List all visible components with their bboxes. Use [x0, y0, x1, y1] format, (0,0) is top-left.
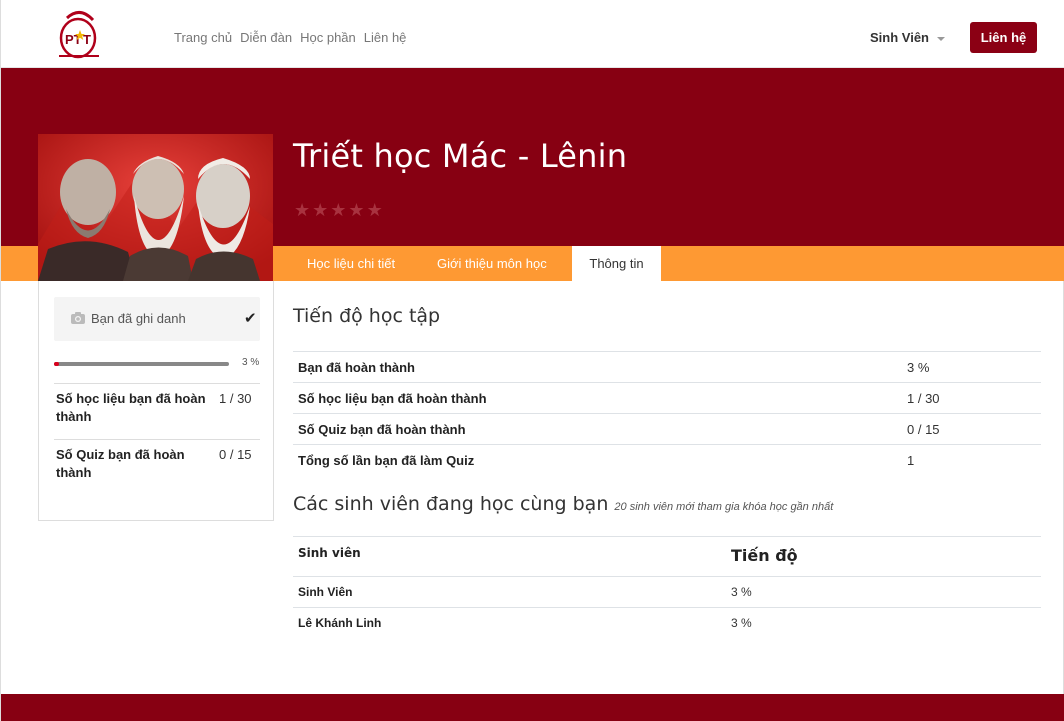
row-value: 0 / 15 — [907, 422, 940, 437]
progress-table: Bạn đã hoàn thành 3 % Số học liệu bạn đã… — [293, 351, 1041, 475]
caret-down-icon — [937, 36, 945, 41]
table-row: Sinh Viên 3 % — [293, 576, 1041, 607]
progress-section-title: Tiến độ học tập — [293, 305, 441, 327]
progress-percent: 3 % — [242, 357, 260, 368]
students-table: Sinh viên Tiến độ Sinh Viên 3 % Lê Khánh… — [293, 536, 1041, 638]
row-label: Số Quiz bạn đã hoàn thành — [298, 422, 466, 437]
student-progress: 3 % — [731, 616, 752, 630]
student-progress: 3 % — [731, 585, 752, 599]
tab-materials[interactable]: Học liệu chi tiết — [307, 246, 395, 281]
table-row: Lê Khánh Linh 3 % — [293, 607, 1041, 638]
navbar: PT T Trang chủ Diễn đàn Học phần Liên hệ… — [1, 0, 1064, 68]
enrolled-status[interactable]: Bạn đã ghi danh ✔ — [54, 297, 260, 341]
star-icon: ★ — [348, 200, 365, 220]
star-icon: ★ — [330, 200, 347, 220]
user-name: Sinh Viên — [870, 30, 929, 45]
header-progress: Tiến độ — [731, 546, 798, 565]
table-row: Số học liệu bạn đã hoàn thành 1 / 30 — [293, 382, 1041, 413]
row-label: Tổng số lần bạn đã làm Quiz — [298, 453, 475, 468]
stat-value: 0 / 15 — [219, 447, 252, 462]
check-icon: ✔ — [244, 310, 257, 327]
progress-bar — [54, 362, 229, 366]
star-icon: ★ — [366, 200, 383, 220]
footer — [1, 694, 1064, 721]
user-menu[interactable]: Sinh Viên — [870, 30, 945, 45]
student-name[interactable]: Lê Khánh Linh — [298, 616, 381, 630]
enrolled-label: Bạn đã ghi danh — [91, 311, 186, 326]
row-label: Số học liệu bạn đã hoàn thành — [298, 391, 487, 406]
nav-link-courses[interactable]: Học phần — [300, 30, 356, 45]
header-student: Sinh viên — [298, 546, 361, 560]
table-row: Số Quiz bạn đã hoàn thành 0 / 15 — [293, 413, 1041, 444]
course-title: Triết học Mác - Lênin — [293, 137, 628, 175]
stat-label: Số học liệu bạn đã hoàn thành — [56, 391, 206, 424]
course-image — [38, 134, 273, 281]
stat-value: 1 / 30 — [219, 391, 252, 406]
row-label: Bạn đã hoàn thành — [298, 360, 415, 375]
stat-row: Số học liệu bạn đã hoàn thành 1 / 30 — [54, 383, 260, 430]
camera-icon — [71, 312, 85, 324]
tab-introduction[interactable]: Giới thiệu môn học — [437, 246, 547, 281]
star-icon: ★ — [294, 200, 311, 220]
student-name[interactable]: Sinh Viên — [298, 585, 352, 599]
students-title: Các sinh viên đang học cùng bạn — [293, 493, 609, 515]
contact-button[interactable]: Liên hệ — [970, 22, 1037, 53]
rating-stars: ★ ★ ★ ★ ★ — [294, 201, 383, 219]
progress-bar-fill — [54, 362, 60, 366]
nav-link-contact[interactable]: Liên hệ — [364, 30, 407, 45]
page: PT T Trang chủ Diễn đàn Học phần Liên hệ… — [0, 0, 1064, 721]
row-value: 3 % — [907, 360, 930, 375]
row-value: 1 — [907, 453, 915, 468]
ptit-logo[interactable]: PT T — [45, 8, 115, 62]
table-row: Tổng số lần bạn đã làm Quiz 1 — [293, 444, 1041, 475]
stat-label: Số Quiz bạn đã hoàn thành — [56, 447, 185, 480]
students-subtitle: 20 sinh viên mới tham gia khóa học gần n… — [614, 501, 834, 513]
nav-links: Trang chủ Diễn đàn Học phần Liên hệ — [174, 30, 406, 45]
stat-row: Số Quiz bạn đã hoàn thành 0 / 15 — [54, 439, 260, 486]
students-section-title: Các sinh viên đang học cùng bạn 20 sinh … — [293, 493, 833, 515]
nav-link-home[interactable]: Trang chủ — [174, 30, 232, 45]
star-icon: ★ — [312, 200, 329, 220]
table-header: Sinh viên Tiến độ — [293, 536, 1041, 576]
tab-info[interactable]: Thông tin — [572, 246, 661, 281]
table-row: Bạn đã hoàn thành 3 % — [293, 351, 1041, 382]
nav-link-forum[interactable]: Diễn đàn — [240, 30, 292, 45]
enrollment-panel: Bạn đã ghi danh ✔ 3 % Số học liệu bạn đã… — [38, 281, 274, 521]
row-value: 1 / 30 — [907, 391, 940, 406]
